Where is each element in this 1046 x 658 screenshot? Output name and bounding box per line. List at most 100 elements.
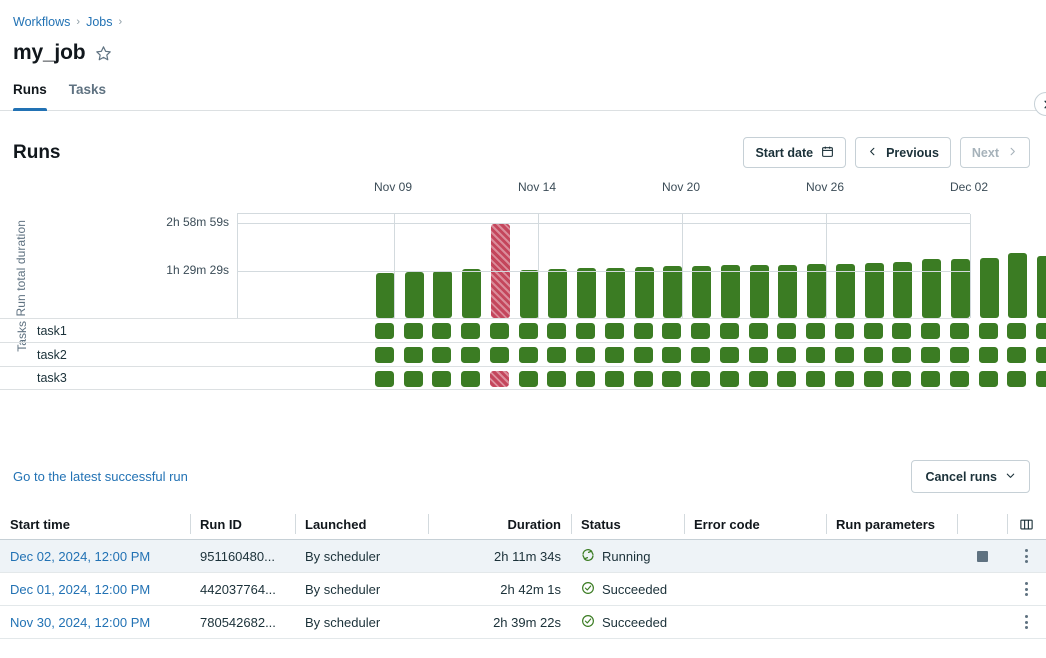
task-status-cell[interactable] xyxy=(576,347,595,363)
task-status-cell[interactable] xyxy=(461,371,480,387)
task-status-cell[interactable] xyxy=(864,323,883,339)
task-status-cell[interactable] xyxy=(835,323,854,339)
task-status-cell[interactable] xyxy=(720,371,739,387)
task-status-cell[interactable] xyxy=(950,371,969,387)
task-status-cell[interactable] xyxy=(1007,323,1026,339)
chart-bar[interactable] xyxy=(520,270,539,318)
tab-runs[interactable]: Runs xyxy=(13,81,47,110)
latest-successful-run-link[interactable]: Go to the latest successful run xyxy=(13,469,188,484)
task-status-cell[interactable] xyxy=(576,371,595,387)
breadcrumb-item-workflows[interactable]: Workflows xyxy=(13,15,70,29)
task-status-cell[interactable] xyxy=(404,371,423,387)
chart-bar[interactable] xyxy=(951,259,970,318)
chart-bar[interactable] xyxy=(376,273,395,318)
task-status-cell[interactable] xyxy=(432,323,451,339)
run-start-time-link[interactable]: Dec 02, 2024, 12:00 PM xyxy=(10,549,150,564)
task-status-cell[interactable] xyxy=(547,323,566,339)
chart-bar[interactable] xyxy=(548,269,567,318)
task-status-cell[interactable] xyxy=(547,347,566,363)
task-status-cell[interactable] xyxy=(1007,347,1026,363)
task-status-cell[interactable] xyxy=(691,347,710,363)
task-status-cell[interactable] xyxy=(720,323,739,339)
task-status-cell[interactable] xyxy=(634,371,653,387)
start-date-button[interactable]: Start date xyxy=(743,137,846,168)
task-status-cell[interactable] xyxy=(375,347,394,363)
chart-bar[interactable] xyxy=(462,269,481,318)
chart-bar[interactable] xyxy=(1037,256,1046,318)
task-status-cell[interactable] xyxy=(576,323,595,339)
task-status-cell[interactable] xyxy=(979,371,998,387)
task-status-cell[interactable] xyxy=(404,323,423,339)
table-row[interactable]: Dec 02, 2024, 12:00 PM951160480...By sch… xyxy=(0,540,1046,573)
task-status-cell[interactable] xyxy=(547,371,566,387)
task-status-cell[interactable] xyxy=(375,323,394,339)
task-status-cell[interactable] xyxy=(490,371,509,387)
task-status-cell[interactable] xyxy=(634,323,653,339)
task-status-cell[interactable] xyxy=(375,371,394,387)
star-outline-icon[interactable] xyxy=(95,45,112,62)
breadcrumb-item-jobs[interactable]: Jobs xyxy=(86,15,112,29)
task-status-cell[interactable] xyxy=(892,323,911,339)
table-row[interactable]: Dec 01, 2024, 12:00 PM442037764...By sch… xyxy=(0,573,1046,606)
task-status-cell[interactable] xyxy=(634,347,653,363)
task-status-cell[interactable] xyxy=(979,323,998,339)
task-status-cell[interactable] xyxy=(950,323,969,339)
task-status-cell[interactable] xyxy=(1036,371,1046,387)
task-status-cell[interactable] xyxy=(490,323,509,339)
stop-run-button[interactable] xyxy=(977,551,988,562)
task-status-cell[interactable] xyxy=(921,323,940,339)
task-status-cell[interactable] xyxy=(921,371,940,387)
task-status-cell[interactable] xyxy=(777,347,796,363)
task-status-cell[interactable] xyxy=(777,323,796,339)
run-start-time-link[interactable]: Dec 01, 2024, 12:00 PM xyxy=(10,582,150,597)
task-status-cell[interactable] xyxy=(605,347,624,363)
chart-bar[interactable] xyxy=(721,265,740,318)
column-header-start-time[interactable]: Start time xyxy=(0,514,190,534)
task-status-cell[interactable] xyxy=(662,371,681,387)
task-status-cell[interactable] xyxy=(749,323,768,339)
task-status-cell[interactable] xyxy=(892,347,911,363)
column-header-error-code[interactable]: Error code xyxy=(684,514,826,534)
column-header-status[interactable]: Status xyxy=(571,514,684,534)
row-menu-icon[interactable] xyxy=(1021,578,1032,600)
task-status-cell[interactable] xyxy=(691,371,710,387)
chart-bar[interactable] xyxy=(922,259,941,318)
chart-bar[interactable] xyxy=(635,267,654,318)
task-status-cell[interactable] xyxy=(605,371,624,387)
columns-icon[interactable] xyxy=(1007,514,1046,534)
task-status-cell[interactable] xyxy=(950,347,969,363)
task-status-cell[interactable] xyxy=(864,347,883,363)
task-status-cell[interactable] xyxy=(691,323,710,339)
task-status-cell[interactable] xyxy=(432,371,451,387)
chart-bar[interactable] xyxy=(980,258,999,318)
task-status-cell[interactable] xyxy=(806,347,825,363)
task-status-cell[interactable] xyxy=(461,347,480,363)
chart-bar[interactable] xyxy=(692,266,711,318)
task-status-cell[interactable] xyxy=(835,371,854,387)
task-status-cell[interactable] xyxy=(864,371,883,387)
chart-bar[interactable] xyxy=(433,271,452,318)
table-row[interactable]: Nov 30, 2024, 12:00 PM780542682...By sch… xyxy=(0,606,1046,639)
row-menu-icon[interactable] xyxy=(1021,611,1032,633)
chart-bar[interactable] xyxy=(1008,253,1027,318)
task-status-cell[interactable] xyxy=(461,323,480,339)
chart-bar[interactable] xyxy=(778,265,797,318)
task-status-cell[interactable] xyxy=(519,371,538,387)
task-status-cell[interactable] xyxy=(432,347,451,363)
chart-bar[interactable] xyxy=(405,272,424,318)
task-status-cell[interactable] xyxy=(519,347,538,363)
task-status-cell[interactable] xyxy=(720,347,739,363)
previous-button[interactable]: Previous xyxy=(855,137,951,168)
column-header-run-parameters[interactable]: Run parameters xyxy=(826,514,957,534)
column-header-launched[interactable]: Launched xyxy=(295,514,428,534)
task-status-cell[interactable] xyxy=(921,347,940,363)
task-status-cell[interactable] xyxy=(806,371,825,387)
chart-bar[interactable] xyxy=(663,266,682,318)
task-status-cell[interactable] xyxy=(662,323,681,339)
row-menu-icon[interactable] xyxy=(1021,545,1032,567)
task-status-cell[interactable] xyxy=(777,371,796,387)
task-status-cell[interactable] xyxy=(490,347,509,363)
task-status-cell[interactable] xyxy=(404,347,423,363)
chart-bar[interactable] xyxy=(577,268,596,318)
task-status-cell[interactable] xyxy=(806,323,825,339)
